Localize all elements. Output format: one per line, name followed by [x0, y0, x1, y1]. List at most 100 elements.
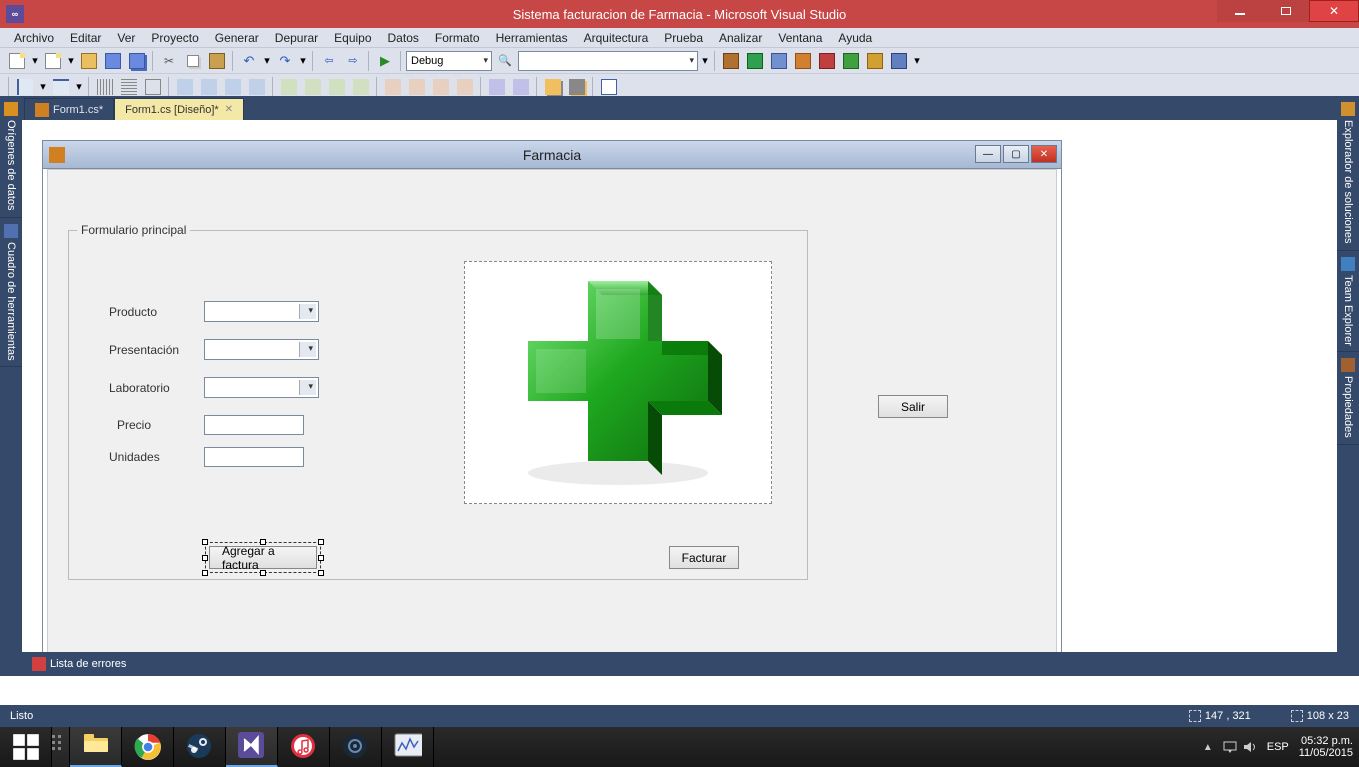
tab-form1-cs[interactable]: Form1.cs*	[24, 98, 114, 120]
menu-ventana[interactable]: Ventana	[770, 29, 830, 47]
layout-icon[interactable]	[198, 76, 220, 98]
task-steam[interactable]	[174, 727, 226, 767]
designer-form[interactable]: Farmacia — ▢ ✕ Formulario principal Prod…	[42, 140, 1062, 652]
tray-show-hidden-icon[interactable]: ▲	[1203, 742, 1213, 753]
tool-icon[interactable]	[816, 50, 838, 72]
tab-order-icon[interactable]	[598, 76, 620, 98]
layout-icon[interactable]	[454, 76, 476, 98]
task-itunes[interactable]	[278, 727, 330, 767]
layout-icon[interactable]	[94, 76, 116, 98]
layout-icon[interactable]	[142, 76, 164, 98]
redo-dd-icon[interactable]: ▾	[298, 50, 308, 72]
align-left-icon[interactable]	[14, 76, 36, 98]
config-dropdown[interactable]: Debug	[406, 51, 492, 71]
tool-icon[interactable]	[720, 50, 742, 72]
open-icon[interactable]	[78, 50, 100, 72]
menu-archivo[interactable]: Archivo	[6, 29, 62, 47]
menu-proyecto[interactable]: Proyecto	[143, 29, 206, 47]
nav-fwd-icon[interactable]: ⇨	[342, 50, 364, 72]
form-maximize-icon[interactable]: ▢	[1003, 145, 1029, 163]
combo-producto[interactable]	[204, 301, 319, 322]
save-all-icon[interactable]	[126, 50, 148, 72]
tool-icon[interactable]	[840, 50, 862, 72]
menu-herramientas[interactable]: Herramientas	[488, 29, 576, 47]
form-body[interactable]: Formulario principal Producto Presentaci…	[47, 169, 1057, 652]
layout-icon[interactable]	[246, 76, 268, 98]
resize-handle[interactable]	[318, 570, 324, 576]
menu-ver[interactable]: Ver	[109, 29, 143, 47]
layout-icon[interactable]	[174, 76, 196, 98]
redo-icon[interactable]: ↷	[274, 50, 296, 72]
picturebox-cross[interactable]	[464, 261, 772, 504]
cut-icon[interactable]: ✂	[158, 50, 180, 72]
layout-icon[interactable]	[278, 76, 300, 98]
menu-datos[interactable]: Datos	[380, 29, 427, 47]
paste-icon[interactable]	[206, 50, 228, 72]
search-dd-icon[interactable]: ▾	[700, 50, 710, 72]
tab-team-explorer[interactable]: Team Explorer	[1337, 251, 1359, 353]
tab-error-list[interactable]: Lista de errores	[22, 653, 136, 675]
new-project-dd-icon[interactable]: ▾	[30, 50, 40, 72]
tray-clock[interactable]: 05:32 p.m. 11/05/2015	[1299, 735, 1353, 759]
save-icon[interactable]	[102, 50, 124, 72]
menu-generar[interactable]: Generar	[207, 29, 267, 47]
undo-icon[interactable]: ↶	[238, 50, 260, 72]
minimize-button[interactable]	[1217, 0, 1263, 22]
align-top-icon[interactable]	[50, 76, 72, 98]
new-project-icon[interactable]	[6, 50, 28, 72]
button-agregar[interactable]: Agregar a factura	[209, 546, 317, 569]
textbox-unidades[interactable]	[204, 447, 304, 467]
menu-arquitectura[interactable]: Arquitectura	[576, 29, 657, 47]
menu-editar[interactable]: Editar	[62, 29, 109, 47]
close-button[interactable]: ✕	[1309, 0, 1359, 22]
task-chrome[interactable]	[122, 727, 174, 767]
add-item-icon[interactable]	[42, 50, 64, 72]
textbox-precio[interactable]	[204, 415, 304, 435]
add-item-dd-icon[interactable]: ▾	[66, 50, 76, 72]
layout-icon[interactable]	[430, 76, 452, 98]
tab-origenes-datos[interactable]: Orígenes de datos	[0, 96, 22, 218]
groupbox-formulario[interactable]: Formulario principal Producto Presentaci…	[68, 230, 808, 580]
start-button[interactable]	[0, 727, 52, 767]
send-back-icon[interactable]	[566, 76, 588, 98]
toolbar-overflow-icon[interactable]: ▾	[912, 50, 922, 72]
find-in-files-icon[interactable]: 🔍	[494, 50, 516, 72]
tool-icon[interactable]	[768, 50, 790, 72]
resize-handle[interactable]	[202, 539, 208, 545]
combo-presentacion[interactable]	[204, 339, 319, 360]
layout-icon[interactable]	[222, 76, 244, 98]
layout-icon[interactable]	[382, 76, 404, 98]
nav-back-icon[interactable]: ⇦	[318, 50, 340, 72]
task-visual-studio[interactable]	[226, 727, 278, 767]
resize-handle[interactable]	[202, 555, 208, 561]
tab-form1-design[interactable]: Form1.cs [Diseño]* ✕	[114, 98, 244, 120]
volume-icon[interactable]	[1243, 740, 1257, 754]
action-center-icon[interactable]	[1223, 740, 1237, 754]
form-close-icon[interactable]: ✕	[1031, 145, 1057, 163]
start-debug-icon[interactable]: ▶	[374, 50, 396, 72]
menu-prueba[interactable]: Prueba	[656, 29, 711, 47]
align-dd-icon[interactable]: ▾	[74, 76, 84, 98]
resize-handle[interactable]	[202, 570, 208, 576]
menu-analizar[interactable]: Analizar	[711, 29, 770, 47]
form-minimize-icon[interactable]: —	[975, 145, 1001, 163]
tab-solution-explorer[interactable]: Explorador de soluciones	[1337, 96, 1359, 251]
align-dd-icon[interactable]: ▾	[38, 76, 48, 98]
resize-handle[interactable]	[318, 555, 324, 561]
layout-icon[interactable]	[510, 76, 532, 98]
layout-icon[interactable]	[326, 76, 348, 98]
menu-equipo[interactable]: Equipo	[326, 29, 379, 47]
button-salir[interactable]: Salir	[878, 395, 948, 418]
undo-dd-icon[interactable]: ▾	[262, 50, 272, 72]
layout-icon[interactable]	[486, 76, 508, 98]
resize-handle[interactable]	[260, 539, 266, 545]
tool-icon[interactable]	[888, 50, 910, 72]
search-combo[interactable]	[518, 51, 698, 71]
tool-icon[interactable]	[864, 50, 886, 72]
layout-icon[interactable]	[350, 76, 372, 98]
menu-ayuda[interactable]: Ayuda	[830, 29, 880, 47]
tab-cuadro-herramientas[interactable]: Cuadro de herramientas	[0, 218, 22, 368]
tool-icon[interactable]	[792, 50, 814, 72]
layout-icon[interactable]	[302, 76, 324, 98]
task-app[interactable]	[382, 727, 434, 767]
